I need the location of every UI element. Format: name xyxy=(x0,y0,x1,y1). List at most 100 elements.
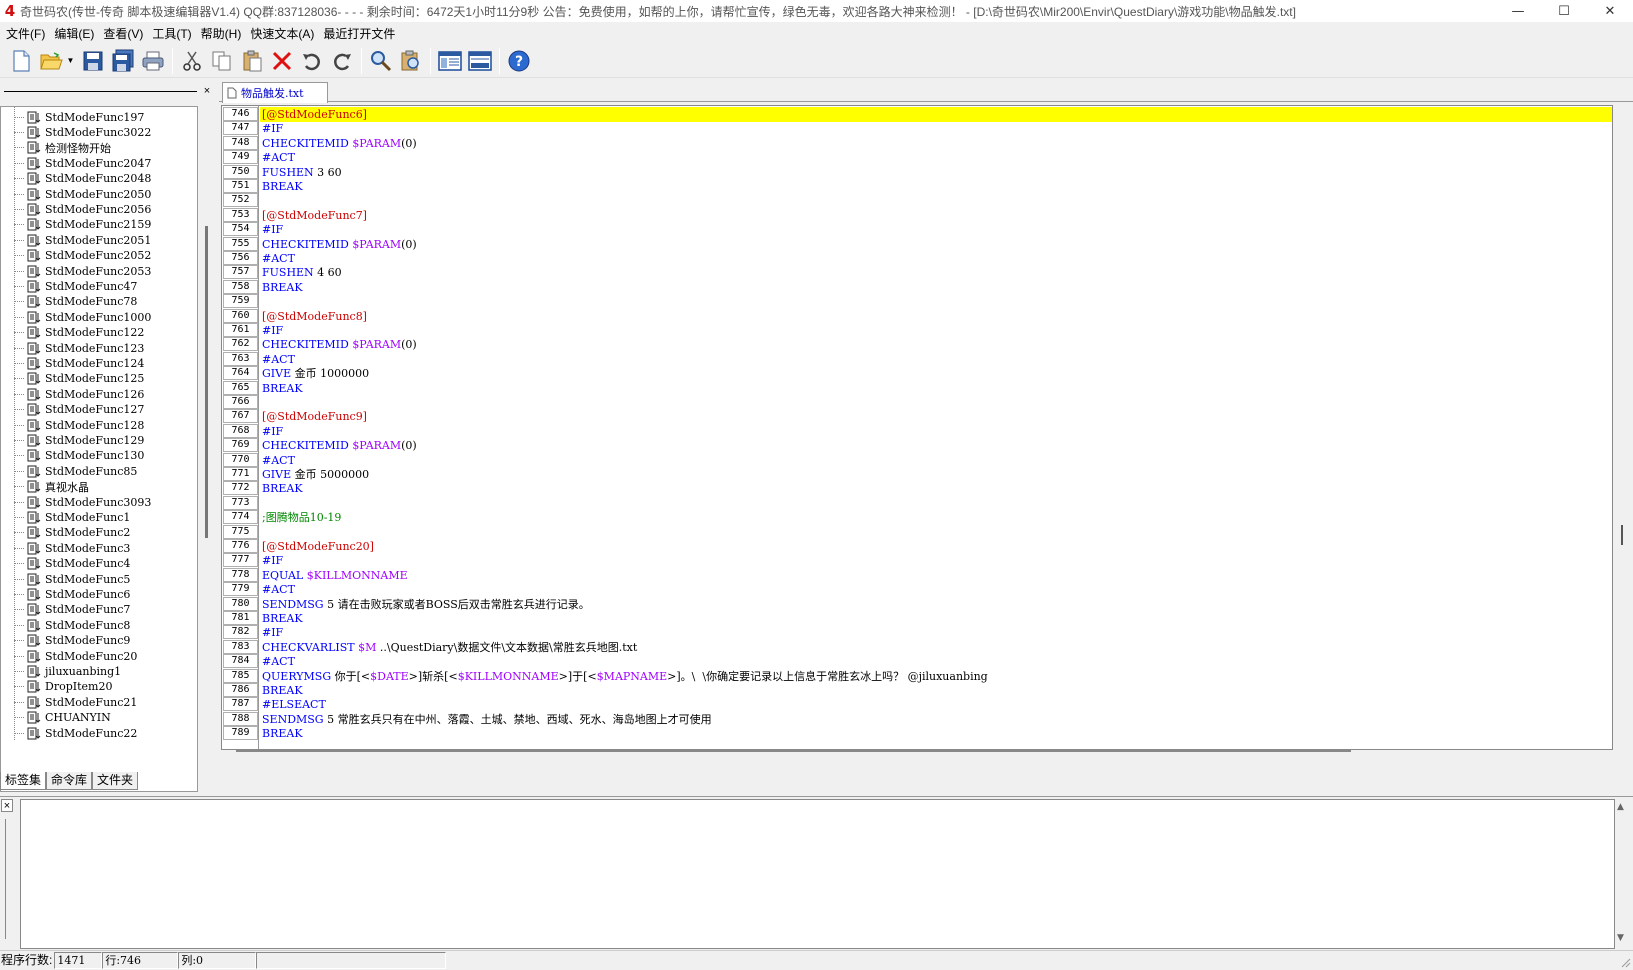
tree-item[interactable]: StdModeFunc2056 xyxy=(1,201,151,217)
code-line[interactable]: 769 CHECKITEMID $PARAM(0) xyxy=(222,438,1612,453)
help-button[interactable]: ? xyxy=(504,46,533,75)
tree-item[interactable]: StdModeFunc124 xyxy=(1,355,144,371)
code-line[interactable]: 771 GIVE 金币 5000000 xyxy=(222,467,1612,482)
tree-item[interactable]: CHUANYIN xyxy=(1,710,111,726)
output-scrollbar[interactable]: ▲ ▼ xyxy=(1614,799,1631,949)
close-button[interactable]: ✕ xyxy=(1587,0,1633,22)
tree-item[interactable]: StdModeFunc3022 xyxy=(1,124,151,140)
code-line[interactable]: 746 [@StdModeFunc6] xyxy=(222,107,1612,122)
tree-item[interactable]: StdModeFunc2053 xyxy=(1,263,151,279)
code-line[interactable]: 752 xyxy=(222,193,1612,208)
code-line[interactable]: 748 CHECKITEMID $PARAM(0) xyxy=(222,135,1612,151)
tree-item[interactable]: StdModeFunc1000 xyxy=(1,309,151,325)
code-line[interactable]: 764 GIVE 金币 1000000 xyxy=(222,366,1612,381)
output-close-button[interactable]: × xyxy=(1,799,13,812)
tree-item[interactable]: StdModeFunc2051 xyxy=(1,232,151,248)
tree-item[interactable]: StdModeFunc128 xyxy=(1,417,144,433)
code-line[interactable]: 754 #IF xyxy=(222,222,1612,237)
left-panel-close-button[interactable]: × xyxy=(201,84,213,98)
code-line[interactable]: 783 CHECKVARLIST $M ..\QuestDiary\数据文件\文本… xyxy=(222,639,1612,655)
editor-horizontal-scrollbar[interactable] xyxy=(221,748,1613,754)
menu-file[interactable]: 文件(F) xyxy=(4,25,52,42)
tree-item[interactable]: StdModeFunc8 xyxy=(1,617,130,633)
tree-item[interactable]: StdModeFunc47 xyxy=(1,278,137,294)
tree-item[interactable]: StdModeFunc85 xyxy=(1,463,137,479)
tab-command-library[interactable]: 命令库 xyxy=(46,772,93,790)
code-line[interactable]: 749 #ACT xyxy=(222,150,1612,165)
tree-item[interactable]: StdModeFunc7 xyxy=(1,602,130,618)
code-line[interactable]: 765 BREAK xyxy=(222,380,1612,396)
code-line[interactable]: 753 [@StdModeFunc7] xyxy=(222,207,1612,223)
tab-folder[interactable]: 文件夹 xyxy=(92,772,139,790)
code-line[interactable]: 777 #IF xyxy=(222,553,1612,568)
tree-item[interactable]: StdModeFunc6 xyxy=(1,586,130,602)
code-line[interactable]: 759 xyxy=(222,294,1612,309)
code-line[interactable]: 773 xyxy=(222,495,1612,511)
code-line[interactable]: 775 xyxy=(222,524,1612,540)
tree-item[interactable]: jiluxuanbing1 xyxy=(1,663,121,679)
tree-item[interactable]: StdModeFunc2050 xyxy=(1,186,151,202)
find-button[interactable] xyxy=(366,46,395,75)
tree-item[interactable]: StdModeFunc2052 xyxy=(1,248,151,264)
code-line[interactable]: 780 SENDMSG 5 请在击败玩家或者BOSS后双击常胜玄兵进行记录。 xyxy=(222,596,1612,612)
tree-item[interactable]: StdModeFunc126 xyxy=(1,386,144,402)
code-line[interactable]: 760 [@StdModeFunc8] xyxy=(222,308,1612,324)
menu-edit[interactable]: 编辑(E) xyxy=(52,25,101,42)
tree-item[interactable]: StdModeFunc2159 xyxy=(1,217,151,233)
cut-button[interactable] xyxy=(177,46,206,75)
output-text-area[interactable] xyxy=(20,799,1615,949)
code-line[interactable]: 785 QUERYMSG 你于[<$DATE>]斩杀[<$KILLMONNAME>… xyxy=(222,668,1612,684)
tree-item[interactable]: 检测怪物开始 xyxy=(1,140,111,156)
tree-item[interactable]: StdModeFunc21 xyxy=(1,694,137,710)
delete-button[interactable] xyxy=(267,46,296,75)
menu-tools[interactable]: 工具(T) xyxy=(150,25,198,42)
tree-item[interactable]: StdModeFunc130 xyxy=(1,448,144,464)
tree-item[interactable]: StdModeFunc2047 xyxy=(1,155,151,171)
code-line[interactable]: 747 #IF xyxy=(222,121,1612,136)
code-line[interactable]: 767 [@StdModeFunc9] xyxy=(222,409,1612,424)
tree-item[interactable]: StdModeFunc4 xyxy=(1,556,130,572)
code-line[interactable]: 750 FUSHEN 3 60 xyxy=(222,164,1612,180)
code-line[interactable]: 786 BREAK xyxy=(222,683,1612,698)
code-line[interactable]: 776 [@StdModeFunc20] xyxy=(222,539,1612,554)
code-line[interactable]: 781 BREAK xyxy=(222,611,1612,626)
minimize-button[interactable]: — xyxy=(1495,0,1541,22)
tree-item[interactable]: StdModeFunc9 xyxy=(1,633,130,649)
tree-item[interactable]: StdModeFunc22 xyxy=(1,725,137,741)
tree-item[interactable]: DropItem20 xyxy=(1,679,112,695)
code-line[interactable]: 763 #ACT xyxy=(222,351,1612,367)
save-all-button[interactable] xyxy=(108,46,137,75)
tree-item[interactable]: StdModeFunc20 xyxy=(1,648,137,664)
tree-item[interactable]: StdModeFunc125 xyxy=(1,371,144,387)
toggle-panel-button[interactable] xyxy=(435,46,464,75)
code-editor[interactable]: 746 [@StdModeFunc6] 747 #IF 748 CHECKITEMID $… xyxy=(221,105,1613,750)
undo-button[interactable] xyxy=(297,46,326,75)
tree-item[interactable]: StdModeFunc129 xyxy=(1,432,144,448)
editor-horizontal-scrollbar-thumb[interactable] xyxy=(236,750,1351,752)
tree-item[interactable]: StdModeFunc122 xyxy=(1,325,144,341)
file-tab[interactable]: 物品触发.txt xyxy=(222,82,328,103)
tree-item[interactable]: StdModeFunc5 xyxy=(1,571,130,587)
scroll-down-icon[interactable]: ▼ xyxy=(1617,933,1624,943)
code-line[interactable]: 770 #ACT xyxy=(222,452,1612,468)
code-line[interactable]: 787 #ELSEACT xyxy=(222,697,1612,712)
copy-button[interactable] xyxy=(207,46,236,75)
code-line[interactable]: 756 #ACT xyxy=(222,251,1612,266)
code-line[interactable]: 758 BREAK xyxy=(222,279,1612,295)
output-panel-grip[interactable] xyxy=(5,819,8,939)
label-tree[interactable]: StdModeFunc197 StdModeFunc3022 检测怪物开始 StdMo… xyxy=(0,106,198,792)
code-line[interactable]: 772 BREAK xyxy=(222,481,1612,496)
code-line[interactable]: 768 #IF xyxy=(222,423,1612,439)
editor-vertical-scrollbar-thumb[interactable] xyxy=(1621,525,1623,545)
open-dropdown-icon[interactable]: ▼ xyxy=(66,46,75,75)
tree-item[interactable]: StdModeFunc123 xyxy=(1,340,144,356)
replace-button[interactable] xyxy=(396,46,425,75)
maximize-button[interactable]: ☐ xyxy=(1541,0,1587,22)
code-line[interactable]: 788 SENDMSG 5 常胜玄兵只有在中州、落霞、土城、禁地、西域、死水、海岛… xyxy=(222,711,1612,727)
code-line[interactable]: 766 xyxy=(222,395,1612,410)
tree-item[interactable]: StdModeFunc127 xyxy=(1,402,144,418)
code-line[interactable]: 778 EQUAL $KILLMONNAME xyxy=(222,567,1612,583)
toggle-output-button[interactable] xyxy=(465,46,494,75)
scroll-up-icon[interactable]: ▲ xyxy=(1617,802,1624,812)
tab-label-set[interactable]: 标签集 xyxy=(0,772,47,790)
